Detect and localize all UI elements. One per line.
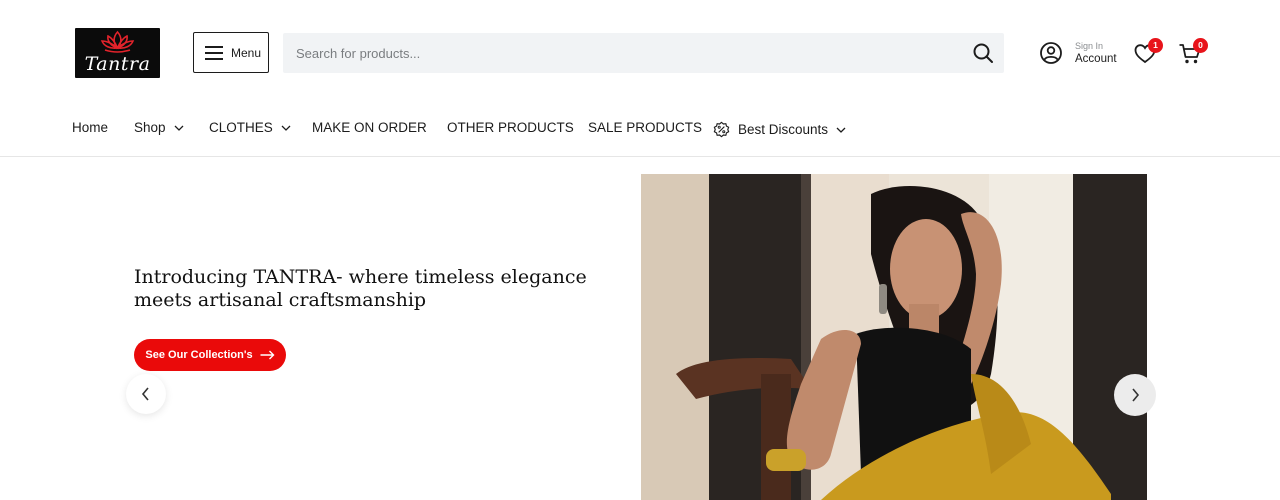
nav-item-best-discounts[interactable]: Best Discounts bbox=[712, 120, 846, 139]
chevron-down-icon bbox=[281, 125, 291, 131]
brand-logo-text: Tantra bbox=[84, 53, 151, 75]
search-icon[interactable] bbox=[972, 42, 994, 64]
chevron-left-icon bbox=[141, 387, 149, 401]
slider-prev-button[interactable] bbox=[126, 374, 166, 414]
nav-item-make-on-order[interactable]: MAKE ON ORDER bbox=[312, 120, 427, 135]
wishlist-button[interactable]: 1 bbox=[1134, 38, 1164, 66]
hero-image bbox=[641, 174, 1147, 500]
account-label: Account bbox=[1075, 53, 1117, 65]
discount-badge-icon bbox=[713, 121, 730, 138]
nav-item-shop[interactable]: Shop bbox=[134, 120, 184, 135]
search-bar bbox=[283, 33, 1004, 73]
see-collection-button-label: See Our Collection's bbox=[145, 349, 253, 361]
slider-next-button[interactable] bbox=[1114, 374, 1156, 416]
cart-button[interactable]: 0 bbox=[1178, 38, 1210, 66]
cart-count-badge: 0 bbox=[1193, 38, 1208, 53]
nav-item-label: SALE PRODUCTS bbox=[588, 120, 703, 135]
arrow-right-icon bbox=[260, 350, 275, 360]
nav-item-label: Home bbox=[72, 120, 109, 135]
nav-item-label: Shop bbox=[134, 120, 166, 135]
account-sign-in-label: Sign In bbox=[1075, 41, 1104, 51]
wishlist-count-badge: 1 bbox=[1148, 38, 1163, 53]
chevron-down-icon bbox=[174, 125, 183, 131]
user-circle-icon bbox=[1039, 41, 1063, 70]
hero-title: Introducing TANTRA- where timeless elega… bbox=[134, 266, 587, 311]
nav-item-clothes[interactable]: CLOTHES bbox=[209, 120, 291, 135]
see-collection-button[interactable]: See Our Collection's bbox=[134, 339, 286, 371]
account-link[interactable]: Sign In Account bbox=[1039, 40, 1121, 68]
nav-item-label: CLOTHES bbox=[209, 120, 273, 135]
site-header: Tantra Menu Sign In Account 1 0 bbox=[0, 0, 1280, 105]
chevron-right-icon bbox=[1132, 388, 1140, 402]
menu-button[interactable]: Menu bbox=[193, 32, 269, 73]
search-input[interactable] bbox=[283, 33, 963, 73]
chevron-down-icon bbox=[836, 127, 846, 133]
main-nav: Home Shop CLOTHES MAKE ON ORDER OTHER PR… bbox=[0, 105, 1280, 157]
nav-item-label: OTHER PRODUCTS bbox=[447, 120, 574, 135]
nav-item-sale-products[interactable]: SALE PRODUCTS bbox=[588, 120, 702, 135]
hamburger-icon bbox=[205, 45, 223, 60]
nav-item-other-products[interactable]: OTHER PRODUCTS bbox=[447, 120, 574, 135]
nav-item-label: MAKE ON ORDER bbox=[312, 120, 427, 135]
nav-item-home[interactable]: Home bbox=[72, 120, 108, 135]
menu-button-label: Menu bbox=[231, 45, 262, 60]
brand-logo[interactable]: Tantra bbox=[75, 28, 160, 78]
nav-item-label: Best Discounts bbox=[738, 122, 829, 137]
